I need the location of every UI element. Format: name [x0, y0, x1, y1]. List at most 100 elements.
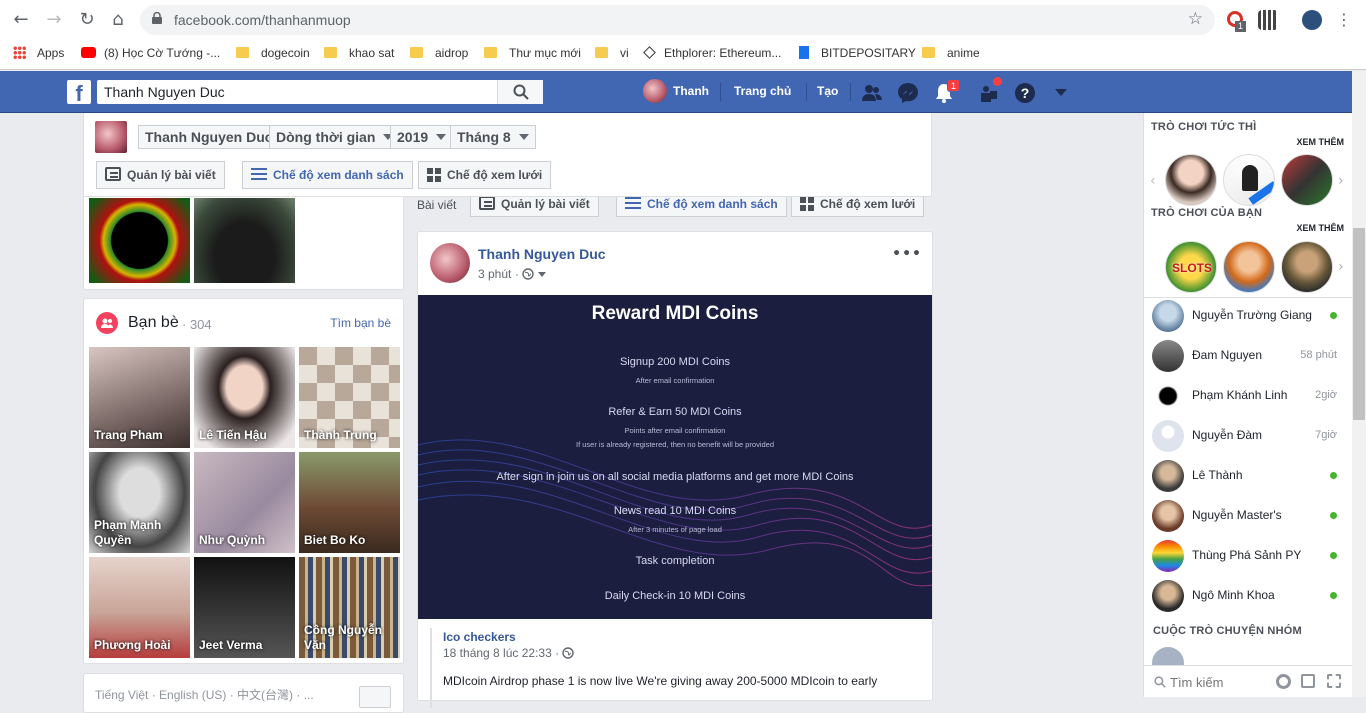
- timeline-selector[interactable]: Dòng thời gian: [269, 125, 401, 149]
- chevron-right-icon[interactable]: ›: [1338, 259, 1344, 275]
- slots-label: SLOTS: [1171, 261, 1212, 275]
- bookmark-folder[interactable]: aidrop: [410, 44, 468, 62]
- last-active: 58 phút: [1300, 349, 1337, 361]
- facebook-logo[interactable]: f: [67, 80, 91, 104]
- expand-icon[interactable]: [1327, 674, 1341, 688]
- search-input[interactable]: [97, 80, 497, 104]
- manage-posts-button[interactable]: Quản lý bài viết: [96, 161, 225, 189]
- divider: [850, 83, 851, 101]
- folder-icon: [484, 47, 497, 58]
- friend-tile[interactable]: Công Nguyễn Văn: [299, 557, 400, 658]
- reload-icon[interactable]: ↻: [76, 9, 98, 31]
- avatar[interactable]: [430, 243, 470, 283]
- shared-from-link[interactable]: Ico checkers: [443, 630, 516, 644]
- find-friends-link[interactable]: Tìm bạn bè: [330, 316, 391, 330]
- game-thumbnail[interactable]: [1223, 154, 1275, 206]
- bookmark-folder[interactable]: dogecoin: [236, 44, 310, 62]
- game-thumbnail[interactable]: [1281, 154, 1333, 206]
- friend-tile[interactable]: Lê Tiến Hậu: [194, 347, 295, 448]
- bookmark-folder[interactable]: Thư mục mới: [484, 44, 581, 62]
- friends-title[interactable]: Bạn bè: [128, 314, 179, 332]
- grid-view-button[interactable]: Chế độ xem lưới: [418, 161, 552, 189]
- see-more-link[interactable]: XEM THÊM: [1296, 137, 1344, 147]
- contact-item[interactable]: Thùng Phá Sảnh PY: [1144, 536, 1353, 576]
- bookmark-ethplorer[interactable]: Ethplorer: Ethereum...: [643, 44, 781, 62]
- grid-icon: [800, 197, 814, 211]
- contact-item[interactable]: Nguyễn Master's: [1144, 496, 1353, 536]
- game-thumbnail[interactable]: SLOTS: [1165, 241, 1217, 293]
- photo-thumbnail[interactable]: [194, 198, 295, 283]
- contact-item[interactable]: Nguyễn Đàm 7giờ: [1144, 416, 1353, 456]
- list-icon: [251, 168, 267, 180]
- scrollbar-thumb[interactable]: [1353, 228, 1365, 420]
- help-icon[interactable]: ?: [1014, 82, 1036, 104]
- bookmark-star-icon[interactable]: ☆: [1188, 9, 1203, 29]
- game-thumbnail[interactable]: [1223, 241, 1275, 293]
- chevron-left-icon[interactable]: ‹: [1150, 173, 1156, 189]
- home-link[interactable]: Trang chủ: [734, 84, 791, 98]
- friend-tile[interactable]: Thành Trung: [299, 347, 400, 448]
- bookmark-folder[interactable]: vi: [595, 44, 629, 62]
- forward-icon[interactable]: →: [43, 9, 65, 31]
- avatar: [643, 79, 667, 103]
- address-bar[interactable]: facebook.com/thanhanmuop ☆: [140, 5, 1215, 35]
- bookmark-folder[interactable]: anime: [922, 44, 980, 62]
- menu-icon[interactable]: ⋮: [1333, 9, 1355, 31]
- friend-tile[interactable]: Trang Pham: [89, 347, 190, 448]
- globe-icon[interactable]: [522, 268, 534, 280]
- language-card: Tiếng Việt · English (US) · 中文(台灣) · ...: [83, 673, 404, 713]
- contact-item[interactable]: Ngô Minh Khoa: [1144, 576, 1353, 616]
- friend-tile[interactable]: Phương Hoài: [89, 557, 190, 658]
- contact-name: Ngô Minh Khoa: [1192, 588, 1275, 602]
- bookmark-bitdepositary[interactable]: BITDEPOSITARY: [799, 44, 916, 62]
- image-title: Reward MDI Coins: [591, 303, 759, 324]
- shared-time[interactable]: 18 tháng 8 lúc 22:33 ·: [443, 646, 559, 660]
- more-options-icon[interactable]: •••: [892, 246, 922, 262]
- profile-avatar[interactable]: [1302, 10, 1322, 30]
- contact-item[interactable]: Nguyễn Trường Giang: [1144, 296, 1353, 336]
- gear-icon[interactable]: [1276, 674, 1291, 689]
- create-link[interactable]: Tạo: [817, 84, 838, 98]
- contact-name: Lê Thành: [1192, 468, 1243, 482]
- year-selector[interactable]: 2019: [390, 125, 454, 149]
- photo-thumbnail[interactable]: [89, 198, 190, 283]
- post-image[interactable]: Reward MDI Coins Signup 200 MDI Coins Af…: [418, 295, 932, 619]
- bookmark-folder[interactable]: khao sat: [324, 44, 394, 62]
- game-thumbnail[interactable]: [1165, 154, 1217, 206]
- contact-item[interactable]: Đam Nguyen 58 phút: [1144, 336, 1353, 376]
- back-icon[interactable]: ←: [10, 9, 32, 31]
- avatar[interactable]: [95, 121, 127, 153]
- add-language-button[interactable]: [359, 686, 391, 708]
- contact-item[interactable]: Phạm Khánh Linh 2giờ: [1144, 376, 1353, 416]
- qr-icon[interactable]: [1258, 10, 1278, 30]
- post-author[interactable]: Thanh Nguyen Duc: [478, 246, 606, 262]
- contact-item[interactable]: Lê Thành: [1144, 456, 1353, 496]
- profile-name-button[interactable]: Thanh Nguyen Duc: [138, 125, 280, 149]
- friend-requests-icon[interactable]: [861, 82, 883, 104]
- chevron-down-icon[interactable]: [538, 272, 546, 277]
- game-thumbnail[interactable]: [1281, 241, 1333, 293]
- divider: [720, 83, 721, 101]
- search-button[interactable]: [497, 80, 543, 104]
- friends-count: · 304: [182, 317, 212, 332]
- friend-tile[interactable]: Biet Bo Ko: [299, 452, 400, 553]
- account-dropdown-icon[interactable]: [1055, 89, 1067, 96]
- extension-icon[interactable]: 1: [1226, 10, 1246, 32]
- svg-text:?: ?: [1021, 85, 1030, 101]
- chat-search-input[interactable]: [1170, 672, 1270, 692]
- chat-search-bar: [1144, 665, 1353, 697]
- home-icon[interactable]: ⌂: [107, 9, 129, 31]
- post-time[interactable]: 3 phút: [478, 267, 511, 281]
- list-view-button[interactable]: Chế độ xem danh sách: [242, 161, 413, 189]
- compose-icon[interactable]: [1301, 674, 1315, 688]
- messenger-icon[interactable]: [897, 82, 919, 104]
- see-more-link[interactable]: XEM THÊM: [1296, 223, 1344, 233]
- chevron-right-icon[interactable]: ›: [1338, 173, 1344, 189]
- bookmark-youtube[interactable]: (8) Học Cờ Tướng -...: [81, 44, 220, 62]
- friend-tile[interactable]: Như Quỳnh: [194, 452, 295, 553]
- language-links[interactable]: Tiếng Việt · English (US) · 中文(台灣) · ...: [95, 686, 314, 703]
- friend-tile[interactable]: Jeet Verma: [194, 557, 295, 658]
- friend-tile[interactable]: Phạm Mạnh Quyền: [89, 452, 190, 553]
- month-selector[interactable]: Tháng 8: [450, 125, 536, 149]
- bookmark-apps[interactable]: Apps: [13, 44, 64, 62]
